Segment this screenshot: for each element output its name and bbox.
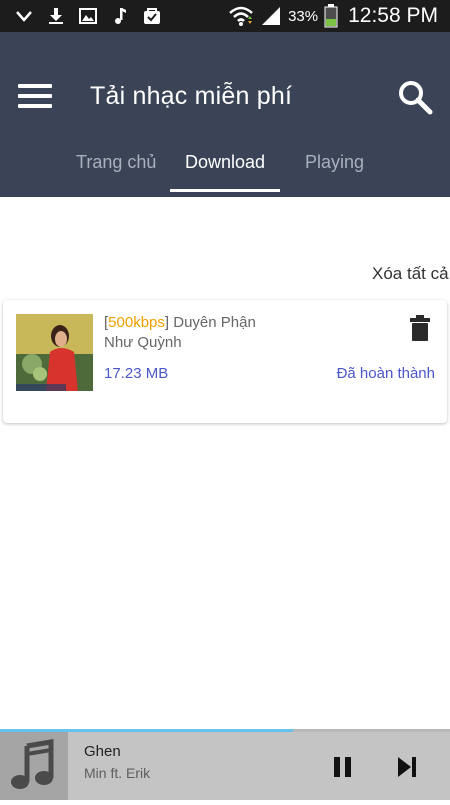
clock: 12:58 PM	[348, 4, 438, 27]
menu-button[interactable]	[18, 84, 52, 112]
shopping-bag-icon	[144, 8, 160, 24]
tab-download[interactable]: Download	[185, 152, 265, 173]
pause-icon[interactable]	[332, 757, 354, 777]
album-art	[16, 314, 93, 391]
app-title: Tải nhạc miễn phí	[90, 82, 293, 110]
music-note-icon	[0, 732, 68, 800]
download-item-card[interactable]: [500kbps] Duyên Phận Như Quỳnh 17.23 MB …	[3, 300, 447, 423]
music-note-icon	[115, 8, 126, 24]
signal-icon	[262, 7, 281, 25]
download-icon	[49, 8, 63, 24]
player-song-title: Ghen	[84, 743, 121, 760]
hamburger-line	[18, 94, 52, 98]
album-art-image	[16, 314, 93, 391]
tab-playing[interactable]: Playing	[305, 152, 364, 173]
file-size: 17.23 MB	[104, 365, 169, 382]
tab-bar: Trang chủ Download Playing	[0, 142, 450, 197]
song-title-line: [500kbps] Duyên Phận	[104, 314, 256, 331]
song-title: Duyên Phận	[173, 314, 256, 331]
tab-home[interactable]: Trang chủ	[76, 152, 156, 173]
app-bar: Tải nhạc miễn phí Trang chủ Download Pla…	[0, 32, 450, 197]
wifi-icon	[229, 6, 253, 26]
bitrate-badge: 500kbps	[108, 314, 165, 331]
status-bar: 33% 12:58 PM	[0, 0, 450, 32]
status-notifications	[14, 6, 162, 26]
hamburger-line	[18, 84, 52, 88]
mini-player[interactable]: Ghen Min ft. Erik	[0, 729, 450, 800]
clear-all-button[interactable]: Xóa tất cả	[372, 264, 449, 284]
download-status: Đã hoàn thành	[336, 365, 435, 382]
trash-icon[interactable]	[409, 315, 431, 341]
song-artist: Như Quỳnh	[104, 334, 182, 351]
status-system: 33% 12:58 PM	[228, 4, 438, 28]
active-tab-indicator	[170, 189, 280, 192]
image-icon	[79, 8, 97, 24]
battery-percent: 33%	[288, 7, 319, 25]
search-icon[interactable]	[397, 79, 433, 115]
skip-next-icon[interactable]	[396, 757, 418, 777]
battery-icon	[324, 4, 338, 28]
hamburger-line	[18, 104, 52, 108]
player-artist: Min ft. Erik	[84, 765, 151, 781]
chevron-down-icon	[16, 11, 32, 22]
player-art	[0, 732, 68, 800]
